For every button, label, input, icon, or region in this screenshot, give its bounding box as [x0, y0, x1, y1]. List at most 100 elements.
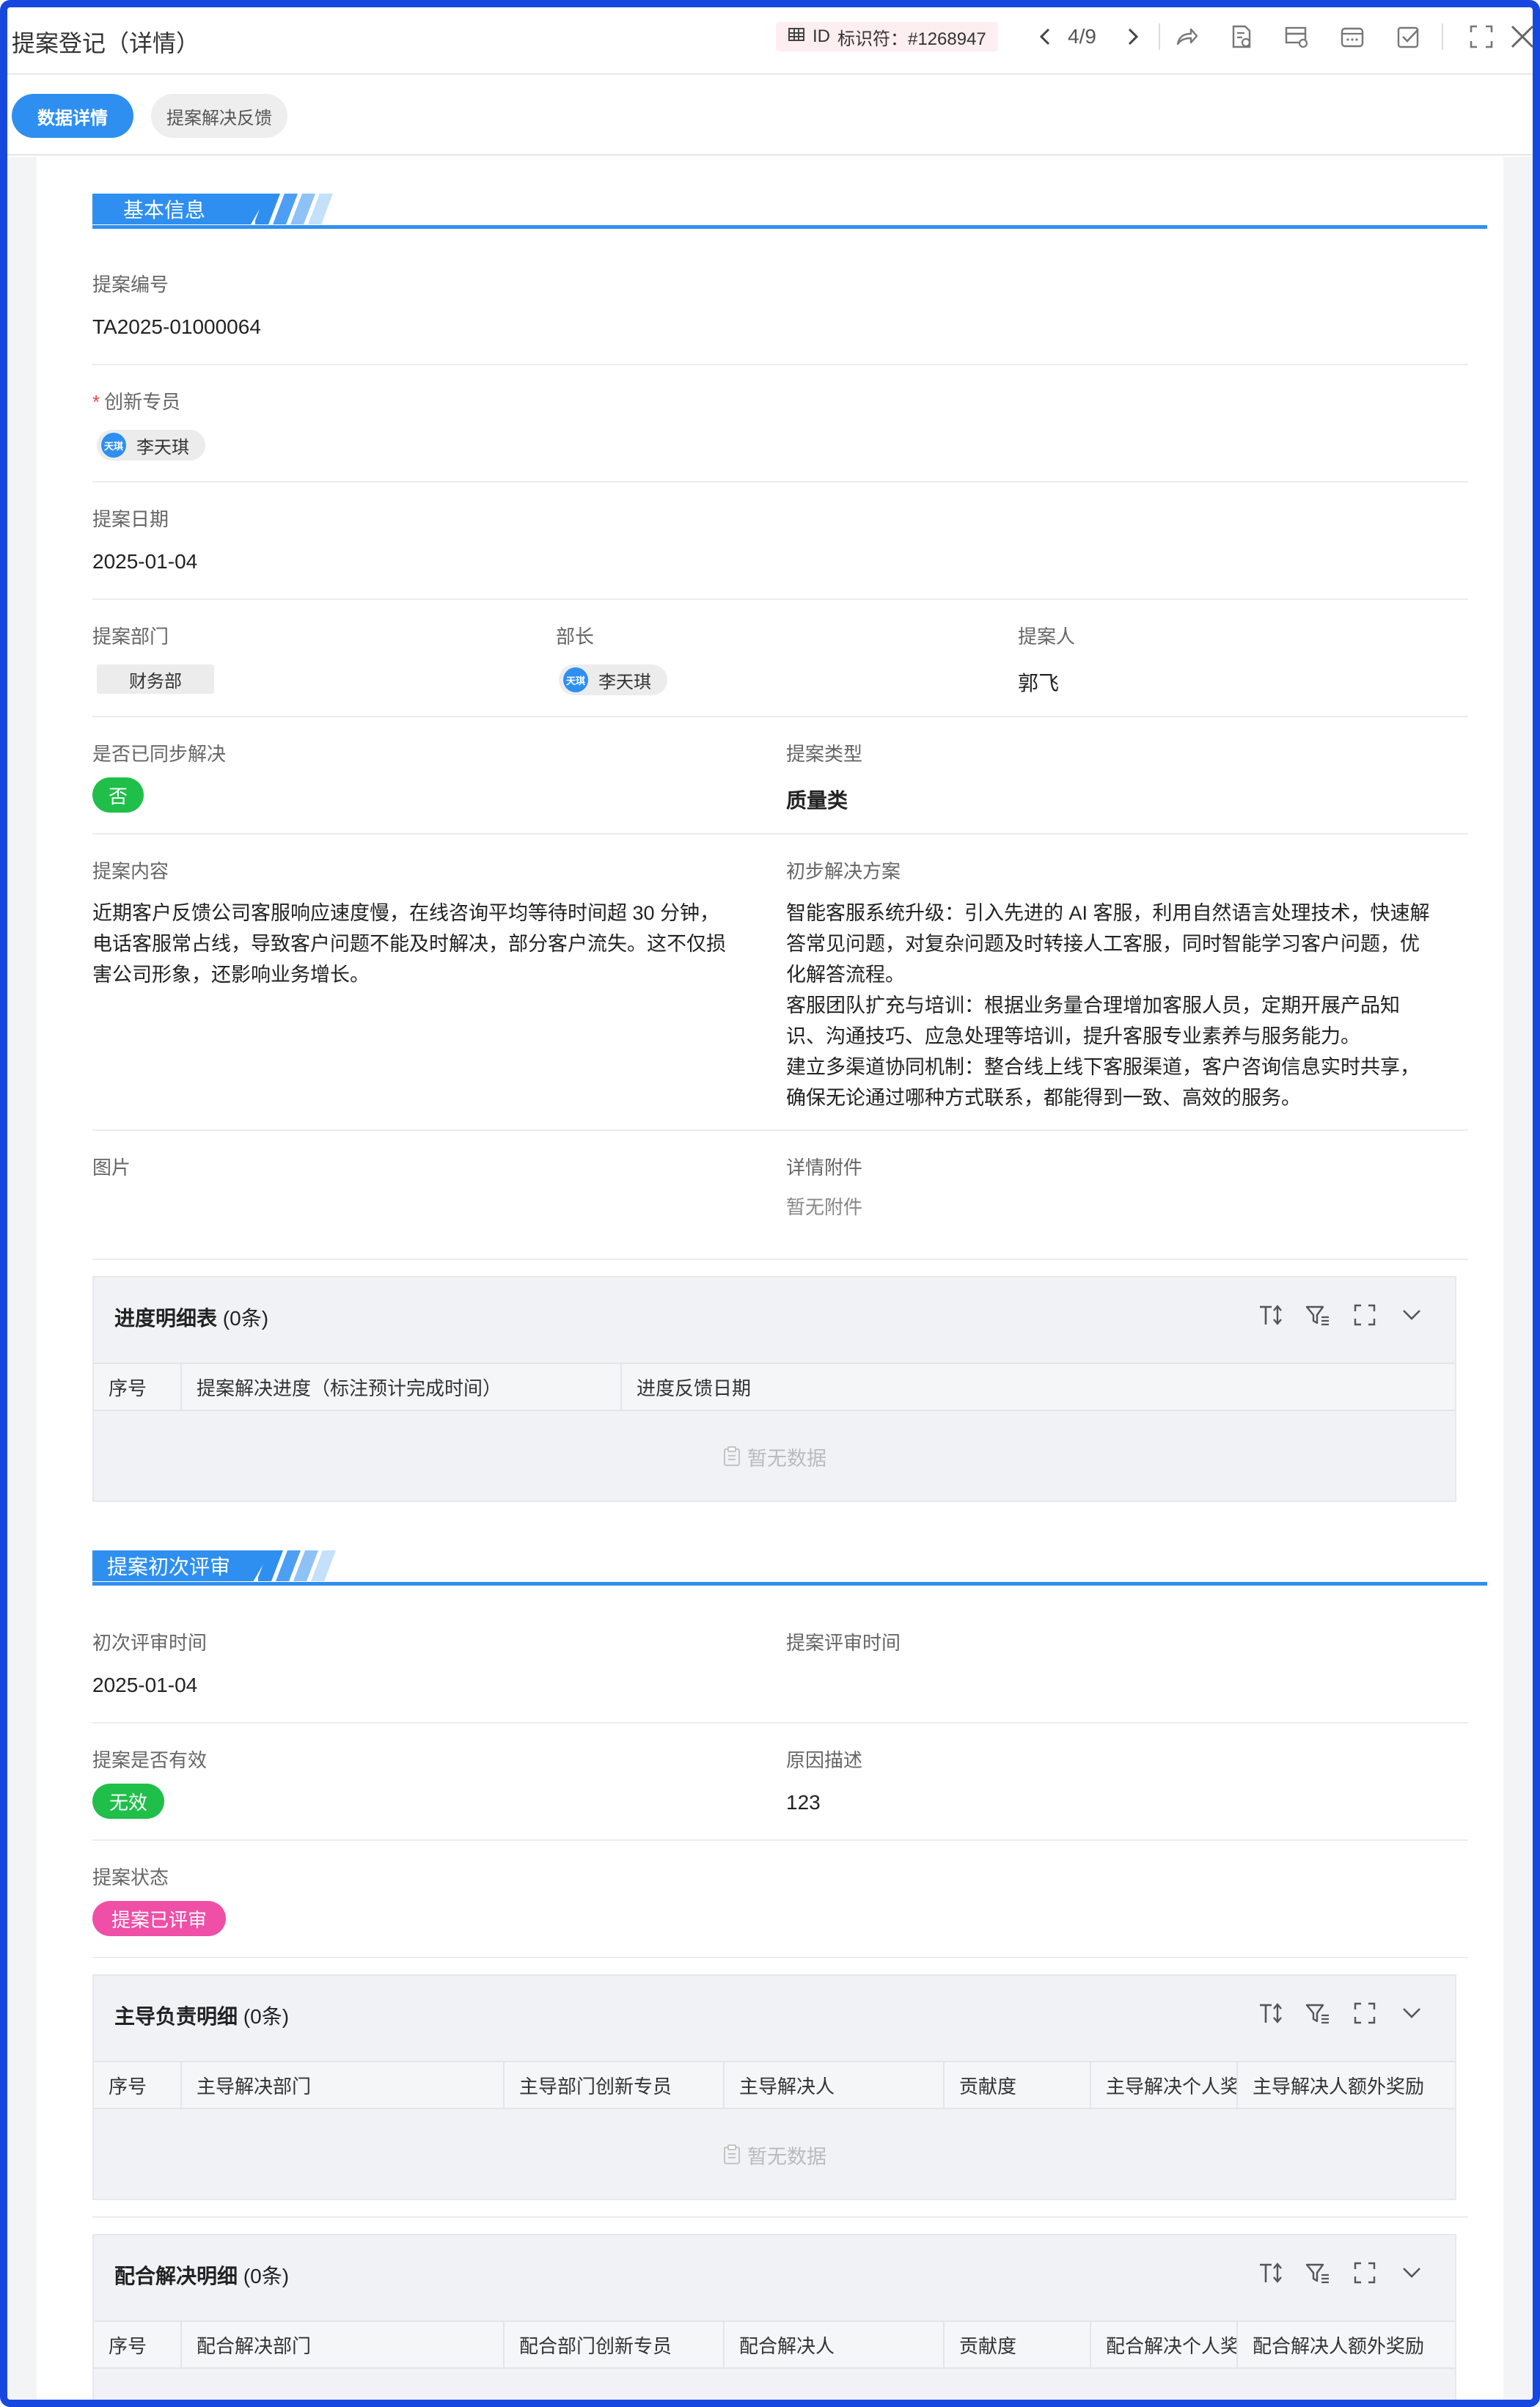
avatar: 天琪: [101, 433, 126, 458]
text-size-icon[interactable]: [1257, 1301, 1285, 1329]
expand-icon[interactable]: [1351, 1301, 1379, 1329]
user-chip-specialist[interactable]: 天琪 李天琪: [97, 430, 205, 461]
row-divider: [92, 1839, 1468, 1841]
row-divider: [92, 716, 1468, 717]
innovation-specialist-label: * 创新专员: [92, 391, 181, 413]
expand-icon[interactable]: [1351, 2259, 1379, 2287]
row-divider: [92, 2216, 1468, 2218]
text-size-icon[interactable]: [1257, 1999, 1285, 2027]
chevron-down-icon[interactable]: [1398, 1301, 1426, 1329]
column-header[interactable]: 序号: [94, 1364, 182, 1410]
chevron-left-icon[interactable]: [1031, 22, 1060, 51]
first-review-label: 初次评审时间: [92, 1632, 208, 1654]
solution-label: 初步解决方案: [786, 860, 901, 882]
resolved-badge: 否: [92, 777, 144, 813]
section-title: 提案初次评审: [92, 1550, 271, 1581]
column-header[interactable]: 进度反馈日期: [622, 1364, 1456, 1410]
progress-subtable: 进度明细表 (0条) 序号 提案解决进度（标注预计完成时间） 进度反馈日期 暂无…: [92, 1276, 1456, 1502]
column-header[interactable]: 主导解决人额外奖励: [1238, 2062, 1456, 2108]
coop-subtable: 配合解决明细 (0条) 序号 配合解决部门 配合部门创新专员 配合解决人 贡献度…: [92, 2234, 1456, 2400]
column-header[interactable]: 序号: [94, 2322, 182, 2367]
document-settings-icon[interactable]: [1226, 22, 1255, 51]
column-header[interactable]: 主导解决部门: [182, 2062, 505, 2108]
user-chip-minister[interactable]: 天琪 李天琪: [559, 664, 667, 695]
empty-text: 暂无数据: [747, 2145, 826, 2168]
chevron-down-icon[interactable]: [1398, 2259, 1426, 2287]
valid-label: 提案是否有效: [92, 1749, 208, 1771]
row-divider: [92, 833, 1468, 835]
column-header[interactable]: 提案解决进度（标注预计完成时间）: [182, 1364, 622, 1410]
subtable-tools: [1257, 1999, 1426, 2027]
id-label: ID: [813, 26, 830, 46]
reason-label: 原因描述: [786, 1749, 863, 1771]
chevron-down-icon[interactable]: [1398, 1999, 1426, 2027]
chevron-right-icon[interactable]: [1118, 22, 1147, 51]
column-header[interactable]: 贡献度: [945, 2322, 1091, 2367]
row-divider: [92, 364, 1468, 365]
review-time-label: 提案评审时间: [786, 1632, 901, 1654]
share-icon[interactable]: [1172, 22, 1201, 51]
column-header[interactable]: 配合解决个人奖: [1091, 2322, 1238, 2367]
tab-bar: 数据详情 提案解决反馈: [7, 76, 1533, 155]
row-divider: [92, 1957, 1468, 1958]
resolved-label: 是否已同步解决: [92, 743, 227, 765]
attachment-label: 详情附件: [786, 1157, 863, 1179]
text-size-icon[interactable]: [1257, 2259, 1285, 2287]
column-header[interactable]: 配合部门创新专员: [505, 2322, 725, 2367]
proposer-label: 提案人: [1018, 626, 1076, 648]
title-bar: 提案登记（详情） ID 标识符：#1268947 4/9: [7, 7, 1533, 75]
expand-icon[interactable]: [1351, 1999, 1379, 2027]
section-header-basic: 基本信息: [92, 194, 1487, 229]
proposal-number-label: 提案编号: [92, 274, 169, 296]
subtable-tools: [1257, 2259, 1426, 2287]
column-header[interactable]: 序号: [94, 2062, 182, 2108]
tab-proposal-feedback[interactable]: 提案解决反馈: [151, 94, 287, 138]
subtable-columns: 序号 主导解决部门 主导部门创新专员 主导解决人 贡献度 主导解决个人奖 主导解…: [94, 2061, 1455, 2109]
check-square-icon[interactable]: [1393, 22, 1423, 51]
column-header[interactable]: 配合解决部门: [182, 2322, 505, 2367]
lead-subtable: 主导负责明细 (0条) 序号 主导解决部门 主导部门创新专员 主导解决人 贡献度…: [92, 1974, 1456, 2200]
valid-badge: 无效: [92, 1784, 164, 1819]
subtable-columns: 序号 配合解决部门 配合部门创新专员 配合解决人 贡献度 配合解决个人奖 配合解…: [94, 2320, 1455, 2369]
section-stripes: [255, 194, 333, 224]
row-divider: [92, 1722, 1468, 1723]
filter-icon[interactable]: [1304, 1999, 1332, 2027]
row-divider: [92, 598, 1468, 600]
table-icon: [788, 26, 805, 48]
record-id-badge[interactable]: ID 标识符：#1268947: [776, 22, 998, 51]
column-header[interactable]: 主导部门创新专员: [505, 2062, 725, 2108]
subtable-title: 配合解决明细 (0条): [114, 2265, 290, 2287]
close-icon[interactable]: [1508, 22, 1533, 51]
solution-text: 智能客服系统升级：引入先进的 AI 客服，利用自然语言处理技术，快速解 答常见问…: [786, 902, 1430, 1109]
subtable-tools: [1257, 1301, 1426, 1329]
column-header[interactable]: 配合解决人额外奖励: [1238, 2322, 1456, 2367]
user-name: 李天琪: [598, 672, 651, 692]
column-header[interactable]: 主导解决人: [725, 2062, 945, 2108]
row-divider: [92, 481, 1468, 483]
column-header[interactable]: 配合解决人: [725, 2322, 945, 2367]
column-header[interactable]: 主导解决个人奖: [1091, 2062, 1238, 2108]
department-label: 提案部门: [92, 626, 169, 648]
minister-label: 部长: [556, 626, 595, 648]
filter-icon[interactable]: [1304, 2259, 1332, 2287]
proposal-type-label: 提案类型: [786, 743, 863, 765]
proposal-content-label: 提案内容: [92, 860, 169, 882]
subtable-header: 进度明细表 (0条): [94, 1278, 1455, 1363]
empty-state: 暂无数据: [94, 2111, 1455, 2199]
fullscreen-icon[interactable]: [1467, 22, 1496, 51]
section-stripes: [258, 1550, 336, 1581]
status-badge: 提案已评审: [92, 1901, 226, 1936]
toolbar-divider: [1442, 23, 1443, 50]
calendar-icon[interactable]: [1338, 22, 1367, 51]
column-header[interactable]: 贡献度: [945, 2062, 1091, 2108]
filter-icon[interactable]: [1304, 1301, 1332, 1329]
empty-state: 暂无数据: [94, 1413, 1455, 1501]
section-title: 基本信息: [92, 194, 268, 224]
detail-panel: 基本信息 提案编号 TA2025-01000064 * 创新专员 天琪 李天琪 提…: [37, 157, 1503, 2400]
department-tag: 财务部: [97, 664, 214, 694]
print-settings-icon[interactable]: [1282, 22, 1311, 51]
tab-data-details[interactable]: 数据详情: [12, 94, 133, 138]
status-label: 提案状态: [92, 1866, 169, 1888]
proposal-date-value: 2025-01-04: [92, 550, 198, 573]
id-text: 标识符：#1268947: [837, 29, 986, 49]
